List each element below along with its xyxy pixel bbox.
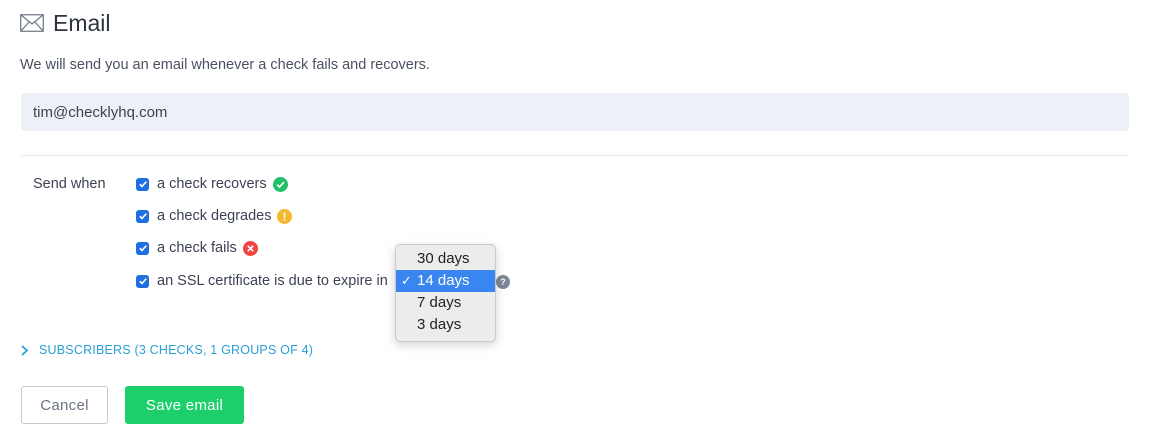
checkbox[interactable] xyxy=(136,209,149,223)
option-check-degrades[interactable]: a check degrades xyxy=(136,207,293,225)
dropdown-option-30-days[interactable]: 30 days xyxy=(396,248,495,270)
chevron-right-icon xyxy=(21,344,29,356)
option-check-recovers[interactable]: a check recovers xyxy=(136,175,288,193)
option-label: a check degrades xyxy=(157,208,272,224)
option-check-fails[interactable]: a check fails xyxy=(136,239,258,257)
save-email-button[interactable]: Save email xyxy=(125,386,244,424)
option-label: a check fails xyxy=(157,240,237,256)
checkbox[interactable] xyxy=(136,241,149,255)
option-ssl-expiry[interactable]: an SSL certificate is due to expire in xyxy=(136,272,388,290)
subscribers-label: SUBSCRIBERS (3 CHECKS, 1 GROUPS OF 4) xyxy=(39,343,314,357)
mail-icon xyxy=(20,14,44,32)
option-label: an SSL certificate is due to expire in xyxy=(157,273,388,289)
divider xyxy=(21,155,1129,156)
description-text: We will send you an email whenever a che… xyxy=(20,57,430,73)
checkbox[interactable] xyxy=(136,274,149,288)
help-icon[interactable]: ? xyxy=(496,275,510,289)
email-header: Email xyxy=(20,8,111,38)
option-label: a check recovers xyxy=(157,176,267,192)
dropdown-option-14-days[interactable]: ✓ 14 days xyxy=(396,270,495,292)
checkbox[interactable] xyxy=(136,177,149,191)
subscribers-toggle[interactable]: SUBSCRIBERS (3 CHECKS, 1 GROUPS OF 4) xyxy=(20,343,313,357)
dropdown-option-3-days[interactable]: 3 days xyxy=(396,314,495,336)
send-when-label: Send when xyxy=(33,176,106,192)
success-check-icon xyxy=(272,176,288,192)
cancel-button[interactable]: Cancel xyxy=(21,386,108,424)
email-input[interactable] xyxy=(21,93,1129,131)
checkmark-icon: ✓ xyxy=(401,273,412,288)
ssl-days-dropdown[interactable]: 30 days ✓ 14 days 7 days 3 days xyxy=(395,244,496,342)
warning-icon xyxy=(277,208,293,224)
page-title: Email xyxy=(53,9,111,36)
dropdown-option-label: 14 days xyxy=(417,272,470,289)
dropdown-option-7-days[interactable]: 7 days xyxy=(396,292,495,314)
error-x-icon xyxy=(242,240,258,256)
